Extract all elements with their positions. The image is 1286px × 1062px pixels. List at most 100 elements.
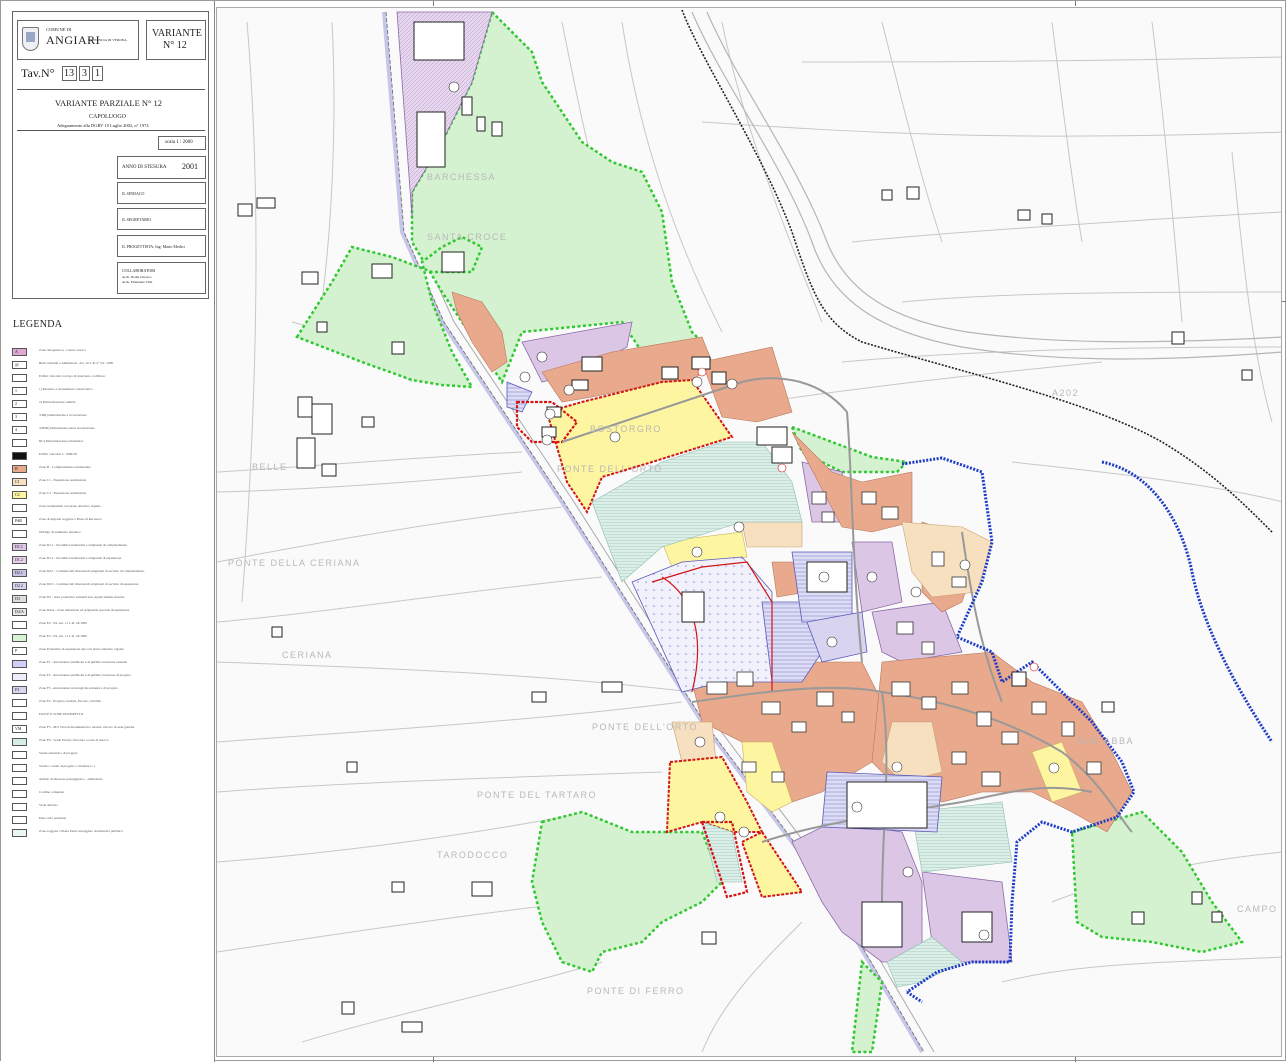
legend-item: D2.1 Zone D2/1 - Commerciali direzionali …: [11, 568, 207, 579]
legend-swatch: D2.2: [12, 582, 27, 590]
legend-swatch: [12, 829, 27, 837]
legend-label: Zone C1 - Espansione residenziale: [39, 478, 87, 482]
legend-label: Edifici vincolati con tipo di intervento…: [39, 374, 106, 378]
collaboratore-2: Arch. Emanuele Villa: [122, 280, 153, 284]
legend-symbol: 2: [15, 401, 17, 406]
tav-label: Tav.N°: [21, 66, 55, 80]
legend-swatch: [12, 660, 27, 668]
svg-text:PONTE DI FERRO: PONTE DI FERRO: [587, 986, 685, 996]
svg-text:BOSTORGRO: BOSTORGRO: [590, 424, 662, 434]
legend-item: Zone F2 - Attrezzature pubbliche e di pu…: [11, 672, 207, 683]
legend-swatch: [12, 530, 27, 538]
legend-item: Zone F4 - Progetto stradale, Piccole, ci…: [11, 698, 207, 709]
legend-item: Zone F6 - Verde Privato vincolato a zona…: [11, 737, 207, 748]
legend-symbol: 1: [15, 388, 17, 393]
legend-swatch: D3: [12, 595, 27, 603]
legend-item: 1 1) Restauro e risanamento conservativo: [11, 386, 207, 397]
svg-text:PONTE DEL TARTARO: PONTE DEL TARTARO: [477, 790, 597, 800]
sindaco-label: IL SINDACO: [122, 191, 145, 196]
legend-label: RU) Ristrutturazione urbanistica: [39, 439, 84, 443]
legend-label: Beni Culturali e Ambientali - Art. 10 L.…: [39, 361, 114, 365]
legend-swatch: 1: [12, 387, 27, 395]
legend-swatch: 3: [12, 413, 27, 421]
legend-label: Zone F1 - Attrezzature pubbliche e di pu…: [39, 660, 128, 664]
collaboratori-box: COLLABORATORI Arch. Nadia Cinosco Arch. …: [117, 262, 206, 294]
legend-swatch: [12, 816, 27, 824]
legend-item: A Zona omogenea A - Centro storico: [11, 347, 207, 358]
tav-box-3: 1: [92, 66, 103, 81]
legend-item: RU) Ristrutturazione urbanistica: [11, 438, 207, 449]
legend-swatch: VM: [12, 725, 27, 733]
legend-swatch: F3: [12, 686, 27, 694]
legend-item: P Zone Produttive di espansione tipo con …: [11, 646, 207, 657]
legend-swatch: [12, 439, 27, 447]
legend-label: 1) Restauro e risanamento conservativo: [39, 387, 93, 391]
svg-text:SANTA CROCE: SANTA CROCE: [427, 232, 507, 242]
segretario-label: IL SEGRETARIO: [122, 217, 152, 222]
legend-item: Confine comunale: [11, 789, 207, 800]
progettista-label: IL PROGETTISTA: Ing. Mario Medici: [122, 244, 185, 249]
svg-text:A202: A202: [1052, 388, 1079, 398]
legend-label: Zone F5 - M/S Vincoli monumentali e rela…: [39, 725, 135, 729]
title-divider: [17, 89, 205, 90]
legend-item: 3 3/DR) Demolizione e ricostruzione: [11, 412, 207, 423]
svg-text:PONTE DELL'ORTO: PONTE DELL'ORTO: [592, 722, 698, 732]
canal: [691, 11, 1281, 360]
legend-label: Strade o canali di progetto o Variante C…: [39, 764, 96, 768]
legend-label: Zone F4 - Progetto stradale, Piccole, ci…: [39, 699, 101, 703]
legend-label: Confine comunale: [39, 790, 64, 794]
legend-label: Zona di degrado soggetta a Piano di Recu…: [39, 517, 102, 521]
legend-label: Zone D2/1 - Commerciali direzionali arti…: [39, 569, 145, 573]
legend-swatch: D1.2: [12, 556, 27, 564]
legend-label: Zone Produttive di espansione tipo con p…: [39, 647, 124, 651]
svg-text:DUE ABBA: DUE ABBA: [1077, 736, 1134, 746]
legend-label: Zona residenziale con piano attuativo vi…: [39, 504, 101, 508]
provincia-label: PROVINCIA DI VERONA: [88, 38, 127, 42]
legend-label: Zone B - Completamento residenziale: [39, 465, 91, 469]
collaboratori-label: COLLABORATORI: [122, 268, 156, 273]
legend-swatch: [12, 738, 27, 746]
legend-item: 4 4/DSR) Demolizione senza ricostruzione: [11, 425, 207, 436]
variante-label: VARIANTE: [152, 28, 202, 39]
legend-item: Pista ciclo pedonale: [11, 815, 207, 826]
segretario-box: IL SEGRETARIO: [117, 208, 206, 230]
plan-title: VARIANTE PARZIALE N° 12: [55, 98, 163, 108]
svg-text:PONTE DELLA CERIANA: PONTE DELLA CERIANA: [228, 558, 361, 568]
scale-box: scala 1 : 2000: [158, 136, 206, 150]
legend-item: D2.2 Zone D2/2 - Commerciali direzionali …: [11, 581, 207, 592]
legend-label: Zone F2 - Attrezzature pubbliche e di pu…: [39, 673, 131, 677]
legend-item: Strade o canali di progetto o Variante C…: [11, 763, 207, 774]
landscape-boundary-east: [1101, 460, 1274, 743]
legend-item: D1.1 Zone D1.1 - Produttive industriali e…: [11, 542, 207, 553]
legend-symbol: D2.1: [15, 570, 23, 575]
legend-symbol: F3: [15, 687, 20, 692]
legend-label: Zone E2 - Ed. Art. 11 L.R. 24/1985: [39, 621, 87, 625]
legend-item: Ambito di interesse paesaggistico - ambi…: [11, 776, 207, 787]
plan-subtitle: CAPOLUOGO: [89, 114, 127, 120]
legend-item: VM Zone F5 - M/S Vincoli monumentali e re…: [11, 724, 207, 735]
svg-text:PONTE DELL'ORTO: PONTE DELL'ORTO: [557, 464, 663, 474]
tav-box-2: 3: [79, 66, 90, 81]
coat-of-arms-icon: [22, 27, 39, 51]
legend-label: Zone F6 - Verde Privato vincolato a zona…: [39, 738, 109, 742]
svg-text:CERIANA: CERIANA: [282, 650, 333, 660]
legend-symbol: D1.2: [15, 557, 23, 562]
legend-swatch: D1.1: [12, 543, 27, 551]
legend-item: Edifici vincolati L. 1089/39: [11, 451, 207, 462]
sindaco-box: IL SINDACO: [117, 182, 206, 204]
scale-label: scala 1 : 2000: [165, 140, 193, 145]
tav-box-1: 13: [62, 66, 77, 81]
legend-swatch: P: [12, 647, 27, 655]
legend-label: Zone D2/2 - Commerciali direzionali arti…: [39, 582, 139, 586]
legend-swatch: B: [12, 465, 27, 473]
legend-swatch: 4: [12, 426, 27, 434]
map-area: BARCHESSA SANTA CROCE BELLE PONTE DELLA …: [216, 7, 1282, 1057]
zoning-map: BARCHESSA SANTA CROCE BELLE PONTE DELLA …: [217, 9, 1281, 1054]
legend-symbol: @: [15, 362, 19, 367]
legend-item: Zone soggette a Piano Particolareggiato …: [11, 828, 207, 839]
legend-swatch: @: [12, 361, 27, 369]
progettista-box: IL PROGETTISTA: Ing. Mario Medici: [117, 235, 206, 257]
anno-box: ANNO DI STESURA 2001: [117, 156, 206, 179]
legend-label: 3/DR) Demolizione e ricostruzione: [39, 413, 87, 417]
legend-swatch: C2: [12, 491, 27, 499]
